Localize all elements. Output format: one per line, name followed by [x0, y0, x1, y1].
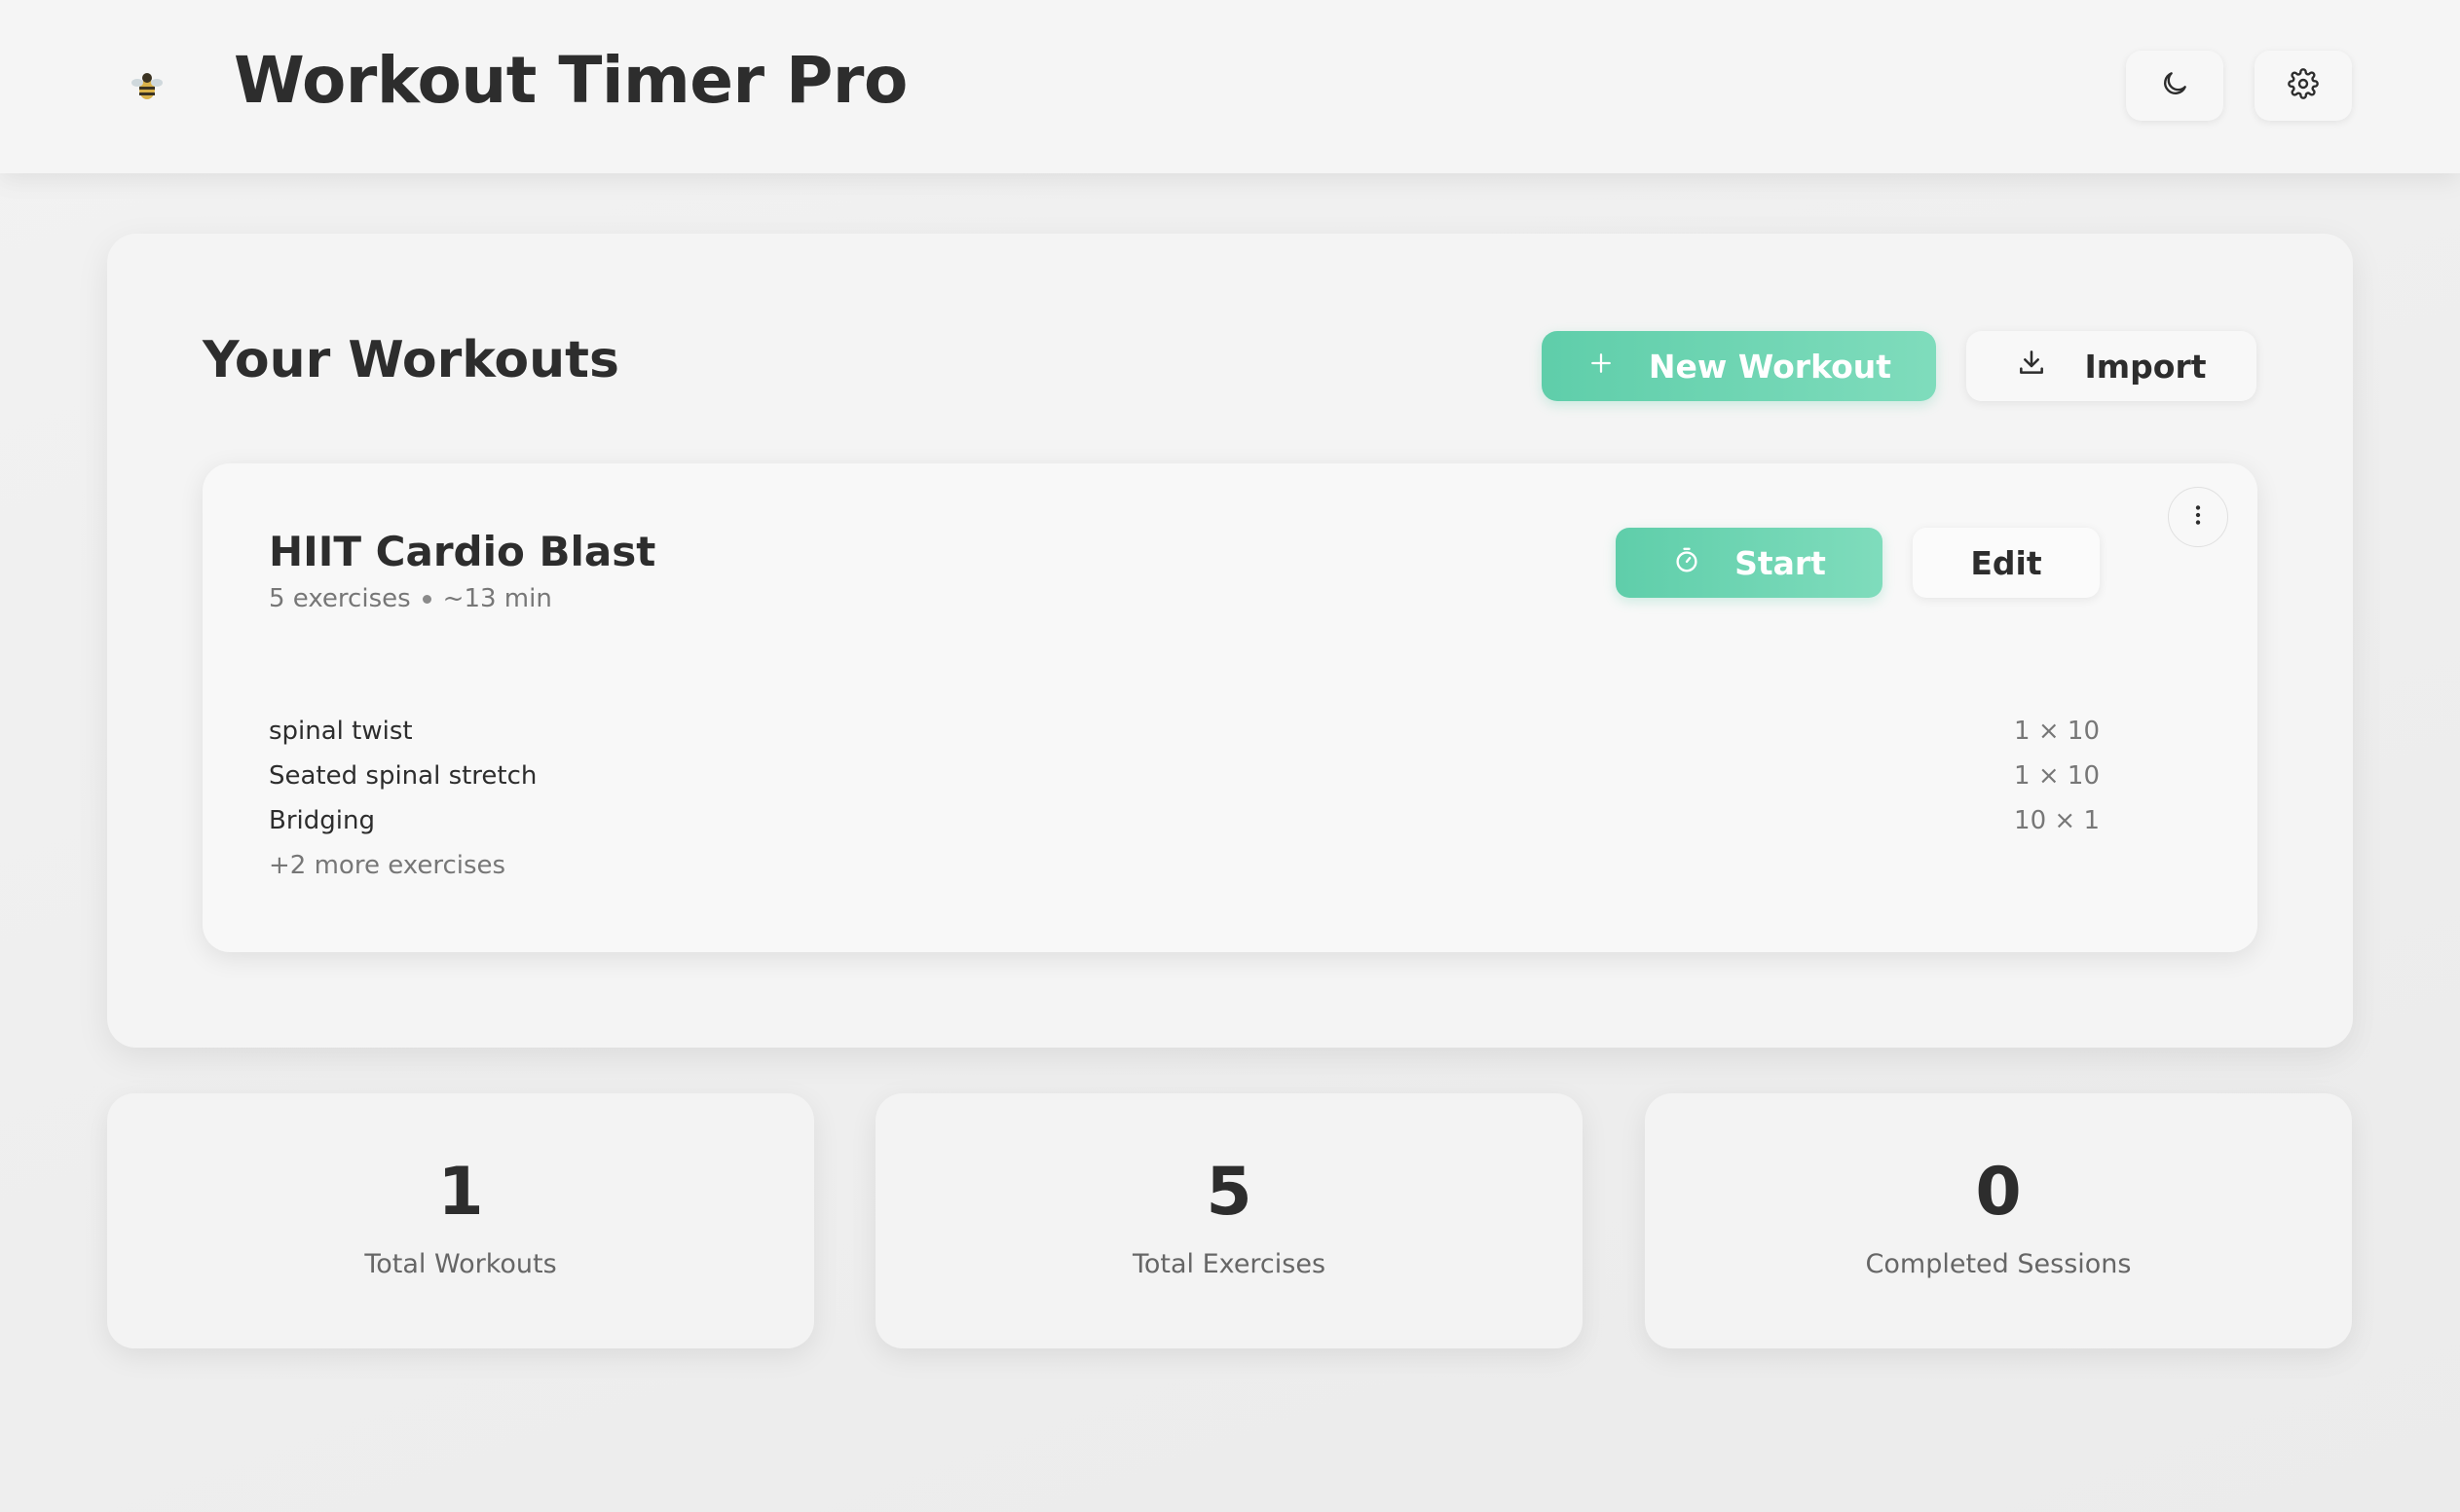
app-title: Workout Timer Pro [234, 43, 908, 118]
workout-card: HIIT Cardio Blast 5 exercises ~13 min St… [203, 463, 2257, 952]
stat-value: 1 [437, 1154, 484, 1231]
plus-icon [1586, 348, 1616, 386]
moon-icon [2159, 68, 2190, 103]
stat-card-total-exercises: 5 Total Exercises [876, 1093, 1583, 1348]
gear-icon [2288, 68, 2319, 103]
stat-card-total-workouts: 1 Total Workouts [107, 1093, 814, 1348]
settings-button[interactable] [2255, 51, 2352, 121]
stat-value: 0 [1975, 1154, 2022, 1231]
exercise-name: Seated spinal stretch [269, 761, 538, 791]
download-icon [2016, 347, 2047, 386]
stat-label: Total Workouts [364, 1249, 557, 1279]
workout-duration: ~13 min [442, 584, 552, 613]
separator-dot [422, 594, 431, 604]
exercise-count: 5 exercises [269, 584, 411, 613]
exercise-name: Bridging [269, 806, 375, 835]
exercise-row: Bridging 10 × 1 [269, 798, 2100, 843]
start-workout-button[interactable]: Start [1616, 528, 1882, 598]
more-exercises-label: +2 more exercises [269, 851, 506, 880]
stat-value: 5 [1206, 1154, 1252, 1231]
import-button[interactable]: Import [1966, 331, 2256, 401]
stopwatch-icon [1672, 544, 1701, 582]
new-workout-label: New Workout [1648, 347, 1892, 386]
exercise-reps: 1 × 10 [2014, 761, 2100, 791]
more-options-button[interactable] [2168, 487, 2228, 547]
stat-label: Completed Sessions [1865, 1249, 2132, 1279]
bee-icon [127, 66, 168, 107]
more-vertical-icon [2185, 502, 2211, 532]
exercise-name: spinal twist [269, 717, 413, 746]
workouts-title: Your Workouts [203, 331, 619, 389]
exercise-reps: 10 × 1 [2014, 806, 2100, 835]
workout-name: HIIT Cardio Blast [269, 528, 656, 575]
app-root: Workout Timer Pro Your Workouts New Work… [0, 0, 2460, 1512]
new-workout-button[interactable]: New Workout [1542, 331, 1936, 401]
exercise-reps: 1 × 10 [2014, 717, 2100, 746]
exercise-row: spinal twist 1 × 10 [269, 709, 2100, 754]
exercise-row: Seated spinal stretch 1 × 10 [269, 754, 2100, 798]
edit-label: Edit [1970, 543, 2042, 582]
start-label: Start [1734, 543, 1826, 582]
stat-card-completed-sessions: 0 Completed Sessions [1645, 1093, 2352, 1348]
workouts-panel: Your Workouts New Workout Import HIIT Ca… [107, 234, 2353, 1048]
workout-meta: 5 exercises ~13 min [269, 584, 552, 613]
stat-label: Total Exercises [1132, 1249, 1326, 1279]
app-header: Workout Timer Pro [0, 0, 2460, 173]
exercise-list: spinal twist 1 × 10 Seated spinal stretc… [269, 709, 2100, 888]
import-label: Import [2084, 347, 2207, 386]
edit-workout-button[interactable]: Edit [1913, 528, 2100, 598]
theme-toggle-button[interactable] [2126, 51, 2223, 121]
